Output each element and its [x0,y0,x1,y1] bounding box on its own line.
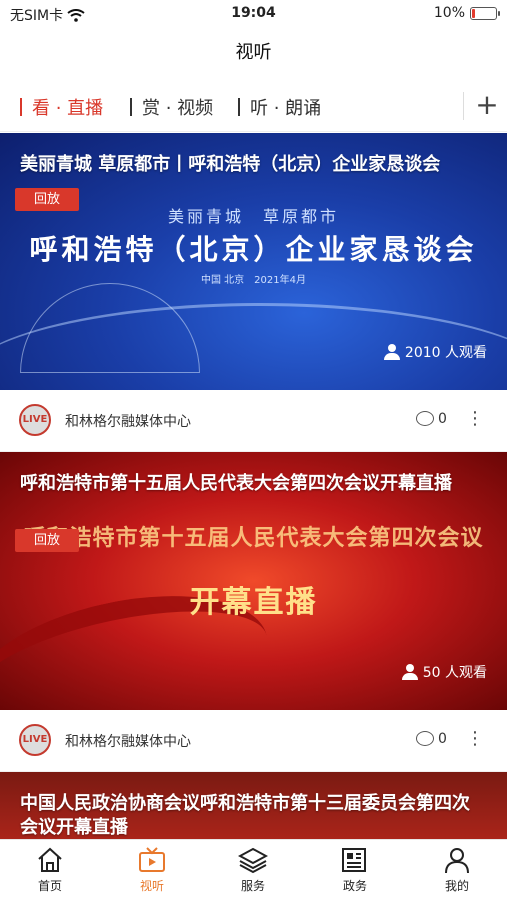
comment-icon[interactable] [416,411,434,426]
category-tabs: 看 · 直播 赏 · 视频 听 · 朗诵 + [0,80,507,132]
tabbar-label: 政务 [342,879,367,893]
more-options-icon[interactable]: ⋮ [466,408,484,430]
viewer-count-label: 2010 人观看 [404,345,487,361]
user-icon [445,848,469,874]
tabbar-profile[interactable]: 我的 [427,846,487,894]
bottom-tab-bar: 首页 视听 服务 政务 我的 [0,839,507,900]
tab-separator [130,98,132,116]
person-icon [401,664,419,680]
tabbar-audiovisual[interactable]: 视听 [122,846,182,894]
tab-separator [238,98,240,116]
source-row: LIVE 和林格尔融媒体中心 0 ⋮ [0,710,507,772]
tab-label: 赏 · 视频 [142,98,214,119]
page-title: 视听 [235,42,272,63]
tabbar-label: 首页 [37,879,62,893]
battery-percent: 10% [433,5,465,21]
video-card-banner[interactable]: 美丽青城 草原都市 呼和浩特（北京）企业家恳谈会 中国 北京 2021年4月 美… [0,133,507,390]
layers-icon [238,847,268,874]
tabbar-label: 视听 [139,879,164,893]
status-right: 10% [433,5,500,21]
replay-badge: 回放 [15,529,79,552]
tab-separator [20,98,22,116]
live-logo: LIVE [19,404,51,436]
more-options-icon[interactable]: ⋮ [466,728,484,750]
source-row: LIVE 和林格尔融媒体中心 0 ⋮ [0,390,507,452]
person-icon [383,344,401,360]
battery-icon [470,6,500,20]
tab-recital[interactable]: 听 · 朗诵 [238,94,321,120]
source-name: 和林格尔融媒体中心 [65,734,191,750]
video-feed: 美丽青城 草原都市 呼和浩特（北京）企业家恳谈会 中国 北京 2021年4月 美… [0,133,507,839]
video-card-banner[interactable]: 呼和浩特市第十五届人民代表大会第四次会议 开幕直播 呼和浩特市第十五届人民代表大… [0,452,507,710]
source-name: 和林格尔融媒体中心 [65,414,191,430]
tabbar-government[interactable]: 政务 [325,846,385,894]
replay-badge: 回放 [15,188,79,211]
live-logo: LIVE [19,724,51,756]
comment-count: 0 [438,411,447,427]
video-title: 呼和浩特市第十五届人民代表大会第四次会议开幕直播 [20,473,452,494]
comment-icon[interactable] [416,731,434,746]
tabbar-label: 我的 [444,879,469,893]
add-channel-icon[interactable]: + [474,90,500,120]
video-title: 美丽青城 草原都市丨呼和浩特（北京）企业家恳谈会 [20,154,441,175]
viewer-count: 2010 人观看 [383,342,487,362]
banner-headline: 开幕直播 [189,585,318,620]
video-title: 中国人民政治协商会议呼和浩特市第十三届委员会第四次会议开幕直播 [20,793,470,838]
tabbar-home[interactable]: 首页 [20,846,80,894]
banner-caption: 中国 北京 2021年4月 [201,275,306,286]
tab-label: 看 · 直播 [32,98,104,119]
video-card-banner[interactable]: 中国人民政治协商会议呼和浩特市第十三届委员会第四次会议开幕直播 [0,772,507,839]
tabs-divider [463,92,464,120]
viewer-count: 50 人观看 [401,662,487,682]
clock: 19:04 [231,5,276,21]
tab-live[interactable]: 看 · 直播 [20,94,103,120]
newspaper-icon [342,848,366,872]
tab-video[interactable]: 赏 · 视频 [130,94,213,120]
home-icon [38,847,62,872]
banner-decoration [20,283,200,373]
tab-label: 听 · 朗诵 [250,98,322,119]
tv-icon [139,847,165,872]
tabbar-label: 服务 [240,879,265,893]
comment-count: 0 [438,731,447,747]
banner-headline: 呼和浩特（北京）企业家恳谈会 [29,233,478,266]
tabbar-services[interactable]: 服务 [223,846,283,894]
status-bar: 无SIM卡 19:04 10% [0,0,507,28]
viewer-count-label: 50 人观看 [422,665,487,681]
